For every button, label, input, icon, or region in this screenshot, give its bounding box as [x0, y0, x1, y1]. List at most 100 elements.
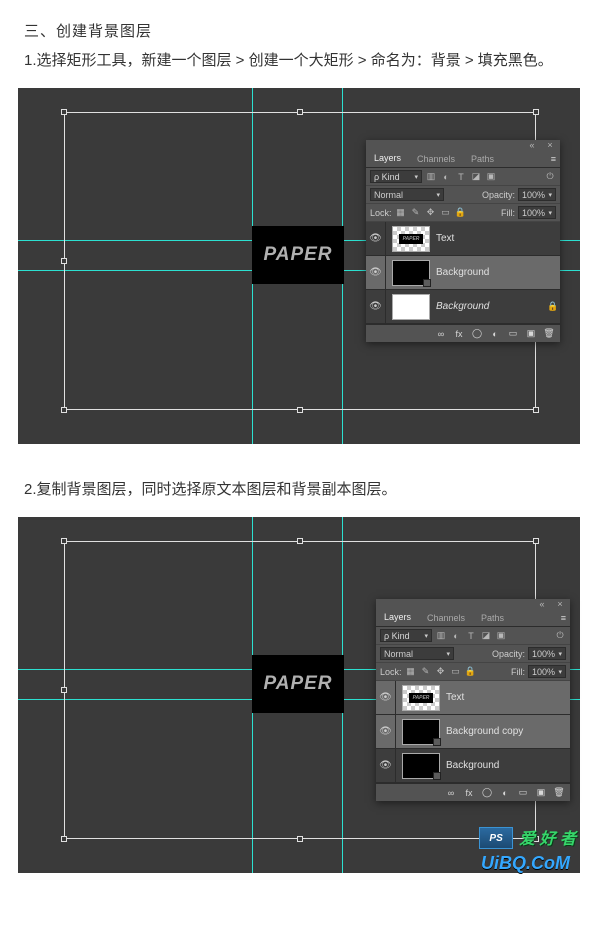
visibility-toggle[interactable]: 👁 — [366, 222, 386, 255]
panel-footer: ∞ fx ◯ ◐ ▭ ▣ 🗑 — [366, 324, 560, 342]
visibility-toggle[interactable]: 👁 — [376, 749, 396, 782]
filter-shape-icon[interactable]: ◪ — [470, 171, 482, 183]
watermark-url: UiBQ.CoM — [481, 853, 570, 874]
tab-paths[interactable]: Paths — [473, 609, 512, 626]
transform-handle[interactable] — [297, 836, 303, 842]
layer-name[interactable]: Text — [446, 692, 556, 703]
tab-channels[interactable]: Channels — [419, 609, 473, 626]
transform-handle[interactable] — [61, 687, 67, 693]
fill-input[interactable]: 100%▾ — [528, 665, 566, 678]
filter-adjust-icon[interactable]: ◐ — [440, 171, 452, 183]
filter-type-icon[interactable]: T — [465, 630, 477, 642]
visibility-toggle[interactable]: 👁 — [376, 715, 396, 748]
transform-handle[interactable] — [61, 407, 67, 413]
link-layers-icon[interactable]: ∞ — [434, 327, 448, 341]
trash-icon[interactable]: 🗑 — [552, 786, 566, 800]
collapse-icon[interactable]: « — [536, 598, 548, 610]
layer-row[interactable]: 👁 PAPER Text — [376, 681, 570, 715]
lock-artboard-icon[interactable]: ▭ — [450, 666, 462, 678]
blend-mode-dropdown[interactable]: Normal▾ — [370, 188, 444, 201]
new-layer-icon[interactable]: ▣ — [524, 327, 538, 341]
panel-tabs: Layers Channels Paths ≡ — [376, 609, 570, 627]
lock-pixels-icon[interactable]: ✎ — [420, 666, 432, 678]
layer-name[interactable]: Background copy — [446, 726, 556, 737]
transform-handle[interactable] — [297, 109, 303, 115]
link-layers-icon[interactable]: ∞ — [444, 786, 458, 800]
kind-filter-dropdown[interactable]: ρ Kind ▾ — [380, 629, 432, 642]
lock-pixels-icon[interactable]: ✎ — [410, 207, 422, 219]
layers-panel[interactable]: « × Layers Channels Paths ≡ ρ Kind ▾ ▥ ◐… — [376, 599, 570, 801]
blend-mode-dropdown[interactable]: Normal▾ — [380, 647, 454, 660]
lock-all-icon[interactable]: 🔒 — [465, 666, 477, 678]
lock-all-icon[interactable]: 🔒 — [455, 207, 467, 219]
opacity-input[interactable]: 100%▾ — [518, 188, 556, 201]
layer-row[interactable]: 👁 Background — [366, 256, 560, 290]
transform-handle[interactable] — [61, 538, 67, 544]
trash-icon[interactable]: 🗑 — [542, 327, 556, 341]
visibility-toggle[interactable]: 👁 — [376, 681, 396, 714]
transform-handle[interactable] — [533, 538, 539, 544]
transform-handle[interactable] — [297, 407, 303, 413]
layer-name[interactable]: Text — [436, 233, 546, 244]
tab-layers[interactable]: Layers — [376, 609, 419, 626]
panel-menu-icon[interactable]: ≡ — [557, 609, 570, 626]
group-icon[interactable]: ▭ — [506, 327, 520, 341]
lock-position-icon[interactable]: ✥ — [435, 666, 447, 678]
layer-thumbnail: PAPER — [402, 685, 440, 711]
layers-panel[interactable]: « × Layers Channels Paths ≡ ρ Kind ▾ ▥ ◐… — [366, 140, 560, 342]
transform-handle[interactable] — [533, 407, 539, 413]
layer-row[interactable]: 👁 Background 🔒 — [366, 290, 560, 324]
opacity-input[interactable]: 100%▾ — [528, 647, 566, 660]
layer-row[interactable]: 👁 Background copy — [376, 715, 570, 749]
transform-handle[interactable] — [61, 258, 67, 264]
section-heading: 三、创建背景图层 — [24, 20, 582, 41]
layers-list: 👁 PAPER Text 👁 Background copy 👁 Backgro… — [376, 681, 570, 783]
transform-handle[interactable] — [61, 109, 67, 115]
filter-row: ρ Kind ▾ ▥ ◐ T ◪ ▣ ⏻ — [366, 168, 560, 186]
layer-row[interactable]: 👁 PAPER Text — [366, 222, 560, 256]
kind-filter-dropdown[interactable]: ρ Kind ▾ — [370, 170, 422, 183]
layer-name[interactable]: Background — [446, 760, 556, 771]
mask-icon[interactable]: ◯ — [480, 786, 494, 800]
visibility-toggle[interactable]: 👁 — [366, 290, 386, 323]
fx-icon[interactable]: fx — [462, 786, 476, 800]
opacity-value: 100% — [522, 190, 545, 200]
blend-row: Normal▾ Opacity: 100%▾ — [376, 645, 570, 663]
shape-badge-icon — [423, 279, 431, 287]
filter-toggle[interactable]: ⏻ — [554, 630, 566, 642]
mask-icon[interactable]: ◯ — [470, 327, 484, 341]
transform-handle[interactable] — [533, 109, 539, 115]
layer-name[interactable]: Background — [436, 301, 546, 312]
transform-handle[interactable] — [297, 538, 303, 544]
lock-position-icon[interactable]: ✥ — [425, 207, 437, 219]
layer-name[interactable]: Background — [436, 267, 546, 278]
transform-handle[interactable] — [61, 836, 67, 842]
lock-artboard-icon[interactable]: ▭ — [440, 207, 452, 219]
fx-icon[interactable]: fx — [452, 327, 466, 341]
adjustment-icon[interactable]: ◐ — [488, 327, 502, 341]
blend-mode-label: Normal — [384, 649, 413, 659]
adjustment-icon[interactable]: ◐ — [498, 786, 512, 800]
new-layer-icon[interactable]: ▣ — [534, 786, 548, 800]
group-icon[interactable]: ▭ — [516, 786, 530, 800]
layers-list: 👁 PAPER Text 👁 Background 👁 Background 🔒 — [366, 222, 560, 324]
layer-row[interactable]: 👁 Background — [376, 749, 570, 783]
filter-smart-icon[interactable]: ▣ — [495, 630, 507, 642]
filter-pixel-icon[interactable]: ▥ — [435, 630, 447, 642]
filter-shape-icon[interactable]: ◪ — [480, 630, 492, 642]
lock-transparent-icon[interactable]: ▦ — [395, 207, 407, 219]
tab-channels[interactable]: Channels — [409, 150, 463, 167]
filter-toggle[interactable]: ⏻ — [544, 171, 556, 183]
filter-type-icon[interactable]: T — [455, 171, 467, 183]
visibility-toggle[interactable]: 👁 — [366, 256, 386, 289]
layer-thumbnail — [392, 294, 430, 320]
panel-menu-icon[interactable]: ≡ — [547, 150, 560, 167]
filter-smart-icon[interactable]: ▣ — [485, 171, 497, 183]
collapse-icon[interactable]: « — [526, 139, 538, 151]
tab-paths[interactable]: Paths — [463, 150, 502, 167]
filter-pixel-icon[interactable]: ▥ — [425, 171, 437, 183]
filter-adjust-icon[interactable]: ◐ — [450, 630, 462, 642]
fill-input[interactable]: 100%▾ — [518, 206, 556, 219]
tab-layers[interactable]: Layers — [366, 150, 409, 167]
lock-transparent-icon[interactable]: ▦ — [405, 666, 417, 678]
